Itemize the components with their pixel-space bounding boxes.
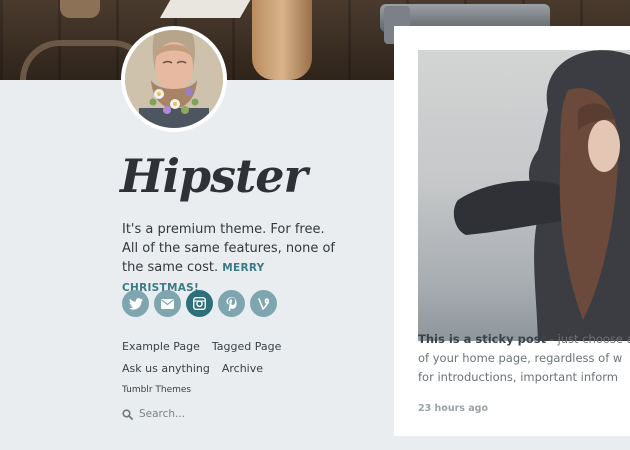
post-excerpt: This is a sticky post - just choose a of… — [418, 330, 630, 387]
pinterest-icon — [226, 296, 237, 311]
post-excerpt-line-1: - just choose a — [546, 332, 630, 346]
instagram-button[interactable] — [186, 290, 213, 317]
search-icon — [122, 408, 133, 420]
blog-navigation: Example Page Tagged Page Ask us anything… — [122, 335, 281, 401]
search-input[interactable] — [139, 408, 259, 420]
pinterest-button[interactable] — [218, 290, 245, 317]
mail-button[interactable] — [154, 290, 181, 317]
nav-link-tumblr-themes[interactable]: Tumblr Themes — [122, 385, 191, 395]
search-form — [122, 408, 259, 420]
nav-link-example-page[interactable]: Example Page — [122, 340, 200, 353]
tool-grip — [60, 0, 100, 18]
blog-title[interactable]: Hipster — [120, 146, 308, 206]
social-links — [122, 290, 277, 317]
post-timestamp[interactable]: 23 hours ago — [418, 403, 488, 414]
twitter-button[interactable] — [122, 290, 149, 317]
axe-blade — [159, 0, 257, 18]
nav-link-tagged-page[interactable]: Tagged Page — [212, 340, 281, 353]
nav-link-ask[interactable]: Ask us anything — [122, 362, 210, 375]
post-image[interactable] — [418, 50, 630, 341]
mail-icon — [161, 298, 174, 309]
post-title[interactable]: This is a sticky post — [418, 332, 546, 346]
blog-description: It's a premium theme. For free. All of t… — [122, 220, 342, 298]
post-excerpt-line-3: for introductions, important inform — [418, 370, 618, 384]
nav-link-archive[interactable]: Archive — [222, 362, 263, 375]
wooden-handle — [252, 0, 312, 80]
avatar[interactable] — [121, 26, 227, 132]
post-card: This is a sticky post - just choose a of… — [394, 26, 630, 436]
vine-icon — [257, 297, 269, 310]
post-excerpt-line-2: of your home page, regardless of w — [418, 351, 623, 365]
instagram-icon — [193, 297, 206, 310]
vine-button[interactable] — [250, 290, 277, 317]
twitter-icon — [128, 297, 143, 310]
